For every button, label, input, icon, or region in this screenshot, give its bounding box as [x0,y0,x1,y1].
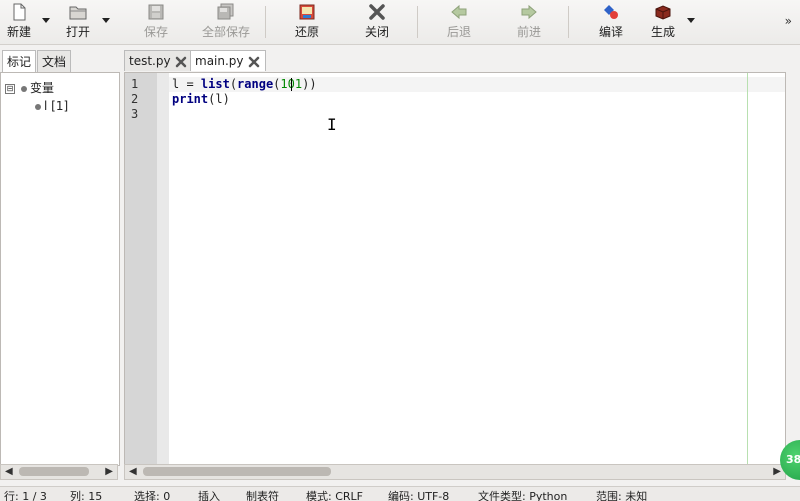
compile-button[interactable]: 编译 [596,2,626,42]
tab-test-py[interactable]: test.py [124,50,192,71]
tab-label: main.py [195,54,244,68]
scroll-thumb[interactable] [19,467,89,476]
long-line-marker [747,73,748,465]
new-label: 新建 [6,25,31,39]
variable-icon [35,103,41,110]
close-tab-icon[interactable] [175,56,187,68]
line-number: 3 [131,107,139,121]
fold-margin[interactable] [157,73,169,465]
line-number: 2 [131,92,139,106]
code-editor[interactable]: 1 2 3 l = list(range(101)) print(l) I [124,72,786,466]
back-label: 后退 [446,25,471,39]
revert-button[interactable]: 还原 [292,2,322,42]
build-brick-icon [655,5,671,20]
scroll-left-icon[interactable]: ◀ [129,465,137,479]
forward-label: 前进 [516,25,541,39]
tab-symbols[interactable]: 标记 [2,50,37,72]
new-dropdown-arrow[interactable] [42,18,50,23]
tab-main-py[interactable]: main.py [190,50,266,71]
build-label: 生成 [650,25,675,39]
close-label: 关闭 [364,25,389,39]
compile-label: 编译 [598,25,623,39]
tree-item[interactable]: l [1] [35,99,68,113]
save-all-icon [217,3,234,20]
editor-vertical-scrollbar[interactable] [786,72,800,464]
status-eol: 模式: CRLF [306,490,363,501]
back-arrow-icon [451,4,467,20]
toolbar-separator [568,6,569,38]
forward-arrow-icon [521,4,537,20]
text-caret [291,78,292,91]
new-button[interactable]: 新建 [4,2,34,42]
toolbar-separator [417,6,418,38]
scroll-right-icon[interactable]: ▶ [105,465,113,479]
line-number: 1 [131,77,139,91]
mouse-ibeam-cursor-icon: I [327,115,337,134]
toolbar-separator [265,6,266,38]
status-indent: 制表符 [246,490,279,501]
save-label: 保存 [143,25,168,39]
open-dropdown-arrow[interactable] [102,18,110,23]
status-bar: 行: 1 / 3 列: 15 选择: 0 插入 制表符 模式: CRLF 编码:… [0,486,800,501]
save-disk-icon [148,4,164,20]
editor-horizontal-scrollbar[interactable]: ◀ ▶ [124,464,786,480]
status-selection: 选择: 0 [134,490,171,501]
close-button[interactable]: 关闭 [362,2,392,42]
code-line[interactable]: print(l) [172,92,230,106]
status-encoding: 编码: UTF-8 [388,490,450,501]
symbol-tree: ⊟ 变量 l [1] [0,72,120,466]
save-button[interactable]: 保存 [140,2,172,42]
scroll-thumb[interactable] [143,467,331,476]
new-file-icon [13,3,26,21]
tree-group-label: 变量 [30,81,55,95]
main-toolbar: 新建 打开 保存 全部保存 还原 关闭 后退 前进 编译 生成 » [0,0,800,45]
tree-item-label: l [1] [44,99,69,113]
editor-area: test.py main.py 1 2 3 l = list(range(101… [124,48,800,484]
open-folder-icon [69,6,87,20]
tab-documents[interactable]: 文档 [37,50,72,72]
save-all-button[interactable]: 全部保存 [198,2,254,42]
variable-group-icon [21,85,27,92]
scroll-left-icon[interactable]: ◀ [5,465,13,479]
tab-label: test.py [129,54,171,68]
close-x-icon [369,4,385,20]
tree-group-variables[interactable]: ⊟ 变量 [5,79,54,96]
scroll-right-icon[interactable]: ▶ [773,465,781,479]
code-line[interactable]: l = list(range(101)) [172,77,317,91]
sidebar-panel: 标记 文档 ⊟ 变量 l [1] ◀ ▶ [0,48,120,484]
revert-label: 还原 [294,25,319,39]
sidebar-tabs: 标记 文档 [2,50,72,72]
line-number-gutter: 1 2 3 [125,73,157,465]
sidebar-horizontal-scrollbar[interactable]: ◀ ▶ [0,464,118,480]
revert-icon [299,4,315,20]
save-all-label: 全部保存 [201,25,250,39]
tree-expander-icon[interactable]: ⊟ [5,83,15,94]
toolbar-overflow-button[interactable]: » [785,14,792,28]
status-line: 行: 1 / 3 [4,490,47,501]
status-column: 列: 15 [70,490,103,501]
status-scope: 范围: 未知 [596,490,648,501]
forward-button[interactable]: 前进 [514,2,544,42]
close-tab-icon[interactable] [248,56,260,68]
open-label: 打开 [65,25,90,39]
build-button[interactable]: 生成 [648,2,678,42]
compile-icon [604,5,618,19]
status-insert-mode: 插入 [198,490,220,501]
status-filetype: 文件类型: Python [478,490,568,501]
build-dropdown-arrow[interactable] [687,18,695,23]
back-button[interactable]: 后退 [444,2,474,42]
open-button[interactable]: 打开 [62,2,94,42]
